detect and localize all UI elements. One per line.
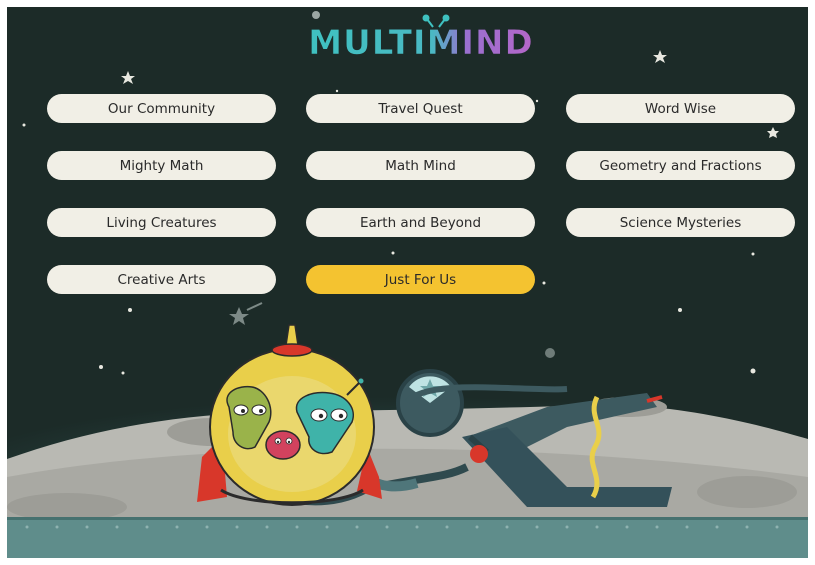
menu-item-earth-and-beyond[interactable]: Earth and Beyond bbox=[306, 208, 535, 237]
menu-item-word-wise[interactable]: Word Wise bbox=[566, 94, 795, 123]
game-stage: MULTIMIND Our Community Travel Quest Wor… bbox=[7, 7, 808, 558]
menu-item-travel-quest[interactable]: Travel Quest bbox=[306, 94, 535, 123]
menu-item-math-mind[interactable]: Math Mind bbox=[306, 151, 535, 180]
menu-item-mighty-math[interactable]: Mighty Math bbox=[47, 151, 276, 180]
alien-red-icon bbox=[265, 430, 301, 460]
menu-item-our-community[interactable]: Our Community bbox=[47, 94, 276, 123]
menu-item-living-creatures[interactable]: Living Creatures bbox=[47, 208, 276, 237]
menu-item-science-mysteries[interactable]: Science Mysteries bbox=[566, 208, 795, 237]
menu-item-geometry-and-fractions[interactable]: Geometry and Fractions bbox=[566, 151, 795, 180]
menu-item-just-for-us[interactable]: Just For Us bbox=[306, 265, 535, 294]
menu-item-creative-arts[interactable]: Creative Arts bbox=[47, 265, 276, 294]
